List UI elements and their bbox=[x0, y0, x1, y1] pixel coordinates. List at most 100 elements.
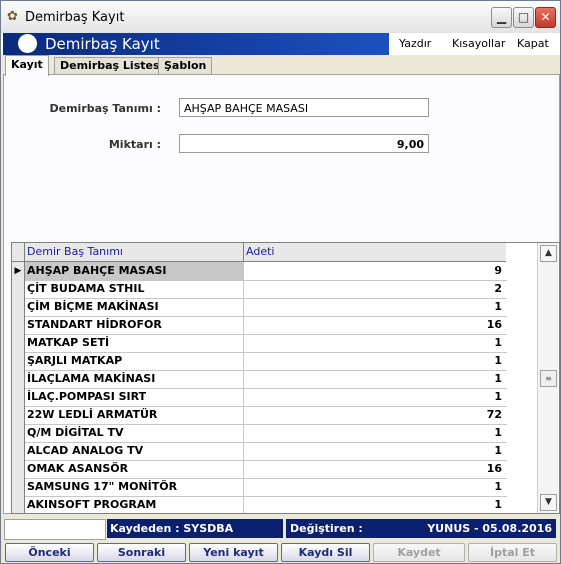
delete-record-button[interactable]: Kaydı Sil bbox=[281, 543, 370, 562]
cell-item-name[interactable]: ÇİT BUDAMA STHIL bbox=[25, 280, 244, 298]
tab-demirbas-listesi[interactable]: Demirbaş Listesi bbox=[54, 57, 170, 75]
form-header: Demirbaş Kayıt Yazdır Kısayollar Kapat bbox=[1, 33, 560, 55]
cell-item-name[interactable]: 22W LEDLİ ARMATÜR bbox=[25, 406, 244, 424]
cell-item-qty[interactable]: 1 bbox=[244, 334, 504, 352]
row-indicator[interactable] bbox=[12, 424, 25, 442]
button-bar: Önceki Sonraki Yeni kayıt Kaydı Sil Kayd… bbox=[1, 542, 560, 563]
table-row[interactable]: İLAÇ.POMPASI SIRT 1 bbox=[12, 388, 507, 407]
menu-shortcuts[interactable]: Kısayollar bbox=[452, 37, 505, 50]
cell-item-qty[interactable]: 1 bbox=[244, 478, 504, 496]
table-row[interactable]: ▶ AHŞAP BAHÇE MASASI 9 bbox=[12, 262, 507, 281]
cell-item-name[interactable]: İLAÇ.POMPASI SIRT bbox=[25, 388, 244, 406]
close-button[interactable]: ✕ bbox=[535, 7, 556, 28]
column-header-qty[interactable]: Adeti bbox=[244, 243, 506, 262]
cell-item-name[interactable]: SAMSUNG 17" MONİTÖR bbox=[25, 478, 244, 496]
table-row[interactable]: SAMSUNG 17" MONİTÖR 1 bbox=[12, 478, 507, 497]
cancel-button[interactable]: İptal Et bbox=[468, 543, 557, 562]
cell-item-name[interactable]: ALCAD ANALOG TV bbox=[25, 442, 244, 460]
cell-item-name[interactable]: STANDART HİDROFOR bbox=[25, 316, 244, 334]
prev-button[interactable]: Önceki bbox=[5, 543, 94, 562]
cell-item-name[interactable]: ŞARJLI MATKAP bbox=[25, 352, 244, 370]
column-header-name[interactable]: Demir Baş Tanımı bbox=[25, 243, 244, 262]
cell-item-qty[interactable]: 1 bbox=[244, 388, 504, 406]
table-row[interactable]: MATKAP SETİ 1 bbox=[12, 334, 507, 353]
cell-item-name[interactable]: AHŞAP BAHÇE MASASI bbox=[25, 262, 244, 280]
cell-item-qty[interactable]: 72 bbox=[244, 406, 504, 424]
cell-item-qty[interactable]: 9 bbox=[244, 262, 504, 280]
row-indicator[interactable] bbox=[12, 352, 25, 370]
row-indicator[interactable] bbox=[12, 496, 25, 513]
quantity-input[interactable]: 9,00 bbox=[179, 134, 429, 153]
name-input[interactable]: AHŞAP BAHÇE MASASI bbox=[179, 98, 429, 117]
row-indicator[interactable] bbox=[12, 298, 25, 316]
table-row[interactable]: ÇİT BUDAMA STHIL 2 bbox=[12, 280, 507, 299]
table-row[interactable]: İLAÇLAMA MAKİNASI 1 bbox=[12, 370, 507, 389]
quantity-label: Miktarı : bbox=[108, 138, 161, 151]
header-banner: Demirbaş Kayıt bbox=[3, 33, 389, 55]
table-row[interactable]: ŞARJLI MATKAP 1 bbox=[12, 352, 507, 371]
window-title: Demirbaş Kayıt bbox=[25, 10, 125, 25]
row-indicator[interactable] bbox=[12, 370, 25, 388]
cell-item-qty[interactable]: 16 bbox=[244, 460, 504, 478]
cell-item-name[interactable]: Q/M DİGİTAL TV bbox=[25, 424, 244, 442]
status-modified-label: Değiştiren : bbox=[290, 522, 363, 535]
status-bar: Kaydeden : SYSDBA Değiştiren : YUNUS - 0… bbox=[3, 518, 558, 540]
save-button[interactable]: Kaydet bbox=[373, 543, 465, 562]
cell-item-name[interactable]: ÇİM BİÇME MAKİNASI bbox=[25, 298, 244, 316]
row-indicator[interactable] bbox=[12, 406, 25, 424]
table-row[interactable]: AKINSOFT PROGRAM 1 bbox=[12, 496, 507, 513]
status-left-panel bbox=[4, 519, 106, 540]
scroll-up-icon[interactable]: ▲ bbox=[540, 245, 557, 262]
scroll-thumb[interactable]: ≡ bbox=[540, 370, 557, 387]
row-indicator[interactable] bbox=[12, 388, 25, 406]
maximize-button[interactable]: □ bbox=[513, 7, 534, 28]
cell-item-qty[interactable]: 1 bbox=[244, 298, 504, 316]
table-row[interactable]: STANDART HİDROFOR 16 bbox=[12, 316, 507, 335]
next-button[interactable]: Sonraki bbox=[97, 543, 186, 562]
table-row[interactable]: ALCAD ANALOG TV 1 bbox=[12, 442, 507, 461]
grid-corner bbox=[12, 243, 25, 262]
tab-kayit[interactable]: Kayıt bbox=[5, 55, 49, 76]
inventory-grid[interactable]: Demir Baş Tanımı Adeti ▶ AHŞAP BAHÇE MASA… bbox=[11, 242, 560, 514]
status-modified: Değiştiren : YUNUS - 05.08.2016 bbox=[286, 519, 556, 538]
minimize-button[interactable]: ▁ bbox=[491, 7, 512, 28]
app-icon: ✿ bbox=[7, 9, 18, 24]
cell-item-qty[interactable]: 1 bbox=[244, 370, 504, 388]
row-indicator[interactable] bbox=[12, 334, 25, 352]
status-modified-value: YUNUS - 05.08.2016 bbox=[427, 522, 552, 535]
tab-sablon[interactable]: Şablon bbox=[158, 57, 213, 75]
row-indicator[interactable] bbox=[12, 460, 25, 478]
name-label: Demirbaş Tanımı : bbox=[49, 102, 162, 115]
status-created-by: Kaydeden : SYSDBA bbox=[107, 519, 283, 538]
current-row-indicator-icon[interactable]: ▶ bbox=[12, 262, 25, 280]
cell-item-qty[interactable]: 1 bbox=[244, 496, 504, 513]
tab-page: Demirbaş Tanımı : AHŞAP BAHÇE MASASI Mik… bbox=[3, 74, 560, 514]
cell-item-name[interactable]: OMAK ASANSÖR bbox=[25, 460, 244, 478]
header-title: Demirbaş Kayıt bbox=[45, 35, 160, 53]
cell-item-qty[interactable]: 16 bbox=[244, 316, 504, 334]
menu-close[interactable]: Kapat bbox=[517, 37, 549, 50]
row-indicator[interactable] bbox=[12, 442, 25, 460]
tab-bar: Kayıt Demirbaş Listesi Şablon bbox=[1, 55, 560, 76]
vertical-scrollbar[interactable]: ▲ ≡ ▼ bbox=[537, 243, 558, 513]
title-bar: ✿ Demirbaş Kayıt ▁ □ ✕ bbox=[1, 1, 560, 34]
table-row[interactable]: 22W LEDLİ ARMATÜR 72 bbox=[12, 406, 507, 425]
cell-item-name[interactable]: İLAÇLAMA MAKİNASI bbox=[25, 370, 244, 388]
cell-item-qty[interactable]: 1 bbox=[244, 352, 504, 370]
row-indicator[interactable] bbox=[12, 316, 25, 334]
header-circle-icon bbox=[18, 34, 37, 53]
cell-item-qty[interactable]: 1 bbox=[244, 424, 504, 442]
window: ✿ Demirbaş Kayıt ▁ □ ✕ Demirbaş Kayıt Ya… bbox=[0, 0, 561, 564]
table-row[interactable]: Q/M DİGİTAL TV 1 bbox=[12, 424, 507, 443]
row-indicator[interactable] bbox=[12, 280, 25, 298]
cell-item-name[interactable]: MATKAP SETİ bbox=[25, 334, 244, 352]
scroll-down-icon[interactable]: ▼ bbox=[540, 494, 557, 511]
cell-item-qty[interactable]: 2 bbox=[244, 280, 504, 298]
cell-item-qty[interactable]: 1 bbox=[244, 442, 504, 460]
cell-item-name[interactable]: AKINSOFT PROGRAM bbox=[25, 496, 244, 513]
menu-print[interactable]: Yazdır bbox=[399, 37, 431, 50]
row-indicator[interactable] bbox=[12, 478, 25, 496]
new-record-button[interactable]: Yeni kayıt bbox=[189, 543, 278, 562]
table-row[interactable]: OMAK ASANSÖR 16 bbox=[12, 460, 507, 479]
table-row[interactable]: ÇİM BİÇME MAKİNASI 1 bbox=[12, 298, 507, 317]
